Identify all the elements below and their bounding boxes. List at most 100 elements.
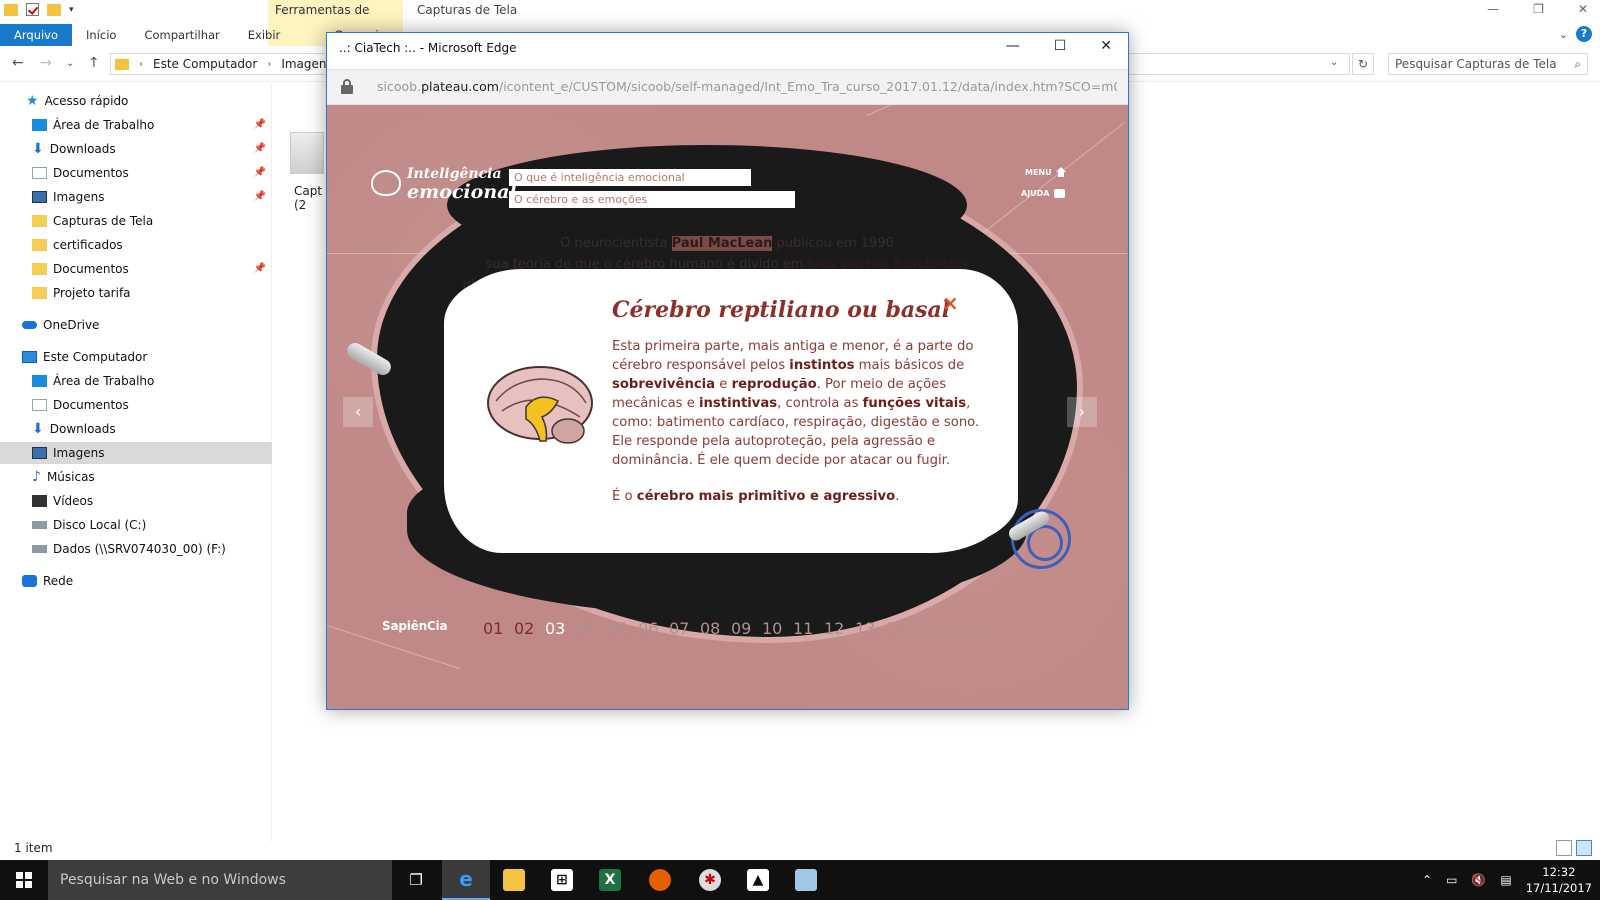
page-number[interactable]: 01 [483,619,503,638]
url-text[interactable]: sicoob.plateau.com/icontent_e/CUSTOM/sic… [377,79,1117,94]
show-hidden-icons[interactable]: ⌃ [1422,873,1432,887]
file-label[interactable]: Capt (2 [294,184,322,212]
minimize-button[interactable]: — [1006,38,1020,54]
nav-item[interactable]: certificados [32,234,123,256]
page-number[interactable]: 15 [917,619,937,638]
clock[interactable]: 12:32 17/11/2017 [1526,864,1592,896]
page-number[interactable]: 08 [700,619,720,638]
up-arrow-icon[interactable]: ↑ [88,55,100,71]
restore-button[interactable]: ❐ [1533,2,1544,16]
search-input[interactable]: Pesquisar Capturas de Tela ⌕ [1388,53,1588,75]
new-folder-icon[interactable] [47,3,61,16]
course-logo[interactable]: Inteligência emocional [371,165,517,202]
taskbar-excel[interactable]: X [586,860,634,900]
folder-icon[interactable] [4,3,18,16]
nav-item[interactable]: Documentos [32,394,129,416]
details-view-button[interactable] [1556,840,1572,856]
customize-qat-icon[interactable]: ▾ [69,5,74,15]
url-bar[interactable]: sicoob.plateau.com/icontent_e/CUSTOM/sic… [327,69,1128,105]
task-view-button[interactable]: ❐ [392,860,440,900]
start-button[interactable] [0,860,48,900]
page-number[interactable]: 05 [607,619,627,638]
taskbar-edge[interactable]: e [442,860,490,900]
nav-item[interactable]: Dados (\\SRV074030_00) (F:) [32,538,226,560]
nav-item[interactable]: Projeto tarifa [32,282,131,304]
action-center-icon[interactable]: ▤ [1500,873,1511,887]
minimize-button[interactable]: — [1487,2,1499,16]
file-explorer-icon [503,869,525,891]
tab-inicio[interactable]: Início [72,24,130,46]
page-number[interactable]: 11 [793,619,813,638]
taskbar-store[interactable]: ⊞ [538,860,586,900]
taskbar-search[interactable]: Pesquisar na Web e no Windows [48,860,392,900]
page-number[interactable]: 03 [545,619,565,638]
documents-icon [32,399,47,411]
file-thumbnail[interactable] [290,132,324,174]
page-number[interactable]: 13 [855,619,875,638]
taskbar-photos[interactable]: ▲ [734,860,782,900]
next-arrow-icon[interactable]: › [1067,397,1097,427]
drive-icon [32,521,47,529]
download-icon: ⬇ [32,141,44,157]
page-number[interactable]: 10 [762,619,782,638]
nav-item[interactable]: Área de Trabalho 📌 [32,114,272,136]
search-icon: ⌕ [1574,57,1581,71]
page-number[interactable]: 12 [824,619,844,638]
folder-icon [32,239,47,251]
help-button[interactable]: AJUDA [1021,189,1065,198]
chat-icon [1053,189,1065,198]
expand-ribbon-icon[interactable]: ⌄ [1559,28,1568,41]
maximize-button[interactable]: ☐ [1054,38,1067,54]
taskbar-app2[interactable] [782,860,830,900]
page-number[interactable]: 1 [979,619,999,638]
nav-quick-access[interactable]: ★ Acesso rápido [26,90,128,112]
taskbar-app[interactable]: ✱ [686,860,734,900]
tab-arquivo[interactable]: Arquivo [0,24,73,46]
nav-item[interactable]: Vídeos [32,490,93,512]
menu-button[interactable]: MENU [1025,167,1066,177]
nav-item[interactable]: Documentos 📌 [32,258,272,280]
recent-locations-icon[interactable]: ⌄ [66,58,74,69]
nav-item[interactable]: Documentos 📌 [32,162,272,184]
page-number[interactable]: 16 [948,619,968,638]
page-number[interactable]: 14 [886,619,906,638]
nav-item[interactable]: ♪ Músicas [32,466,95,488]
previous-arrow-icon[interactable]: ‹ [343,397,373,427]
help-icon[interactable]: ? [1576,26,1592,42]
nav-onedrive[interactable]: OneDrive [22,314,99,336]
breadcrumb-item[interactable]: Este Computador [153,57,257,71]
back-arrow-icon[interactable]: ← [12,55,24,71]
close-button[interactable]: ✕ [1578,2,1588,16]
nav-item-selected[interactable]: Imagens [0,442,272,464]
tab-compartilhar[interactable]: Compartilhar [130,24,233,46]
nav-item[interactable]: Área de Trabalho [32,370,154,392]
tab-exibir[interactable]: Exibir [234,24,295,46]
close-button[interactable]: ✕ [1100,38,1112,54]
page-number[interactable]: 09 [731,619,751,638]
volume-muted-icon[interactable]: 🔇 [1471,873,1486,887]
forward-arrow-icon[interactable]: → [40,55,52,71]
nav-item[interactable]: ⬇ Downloads 📌 [32,138,272,160]
address-dropdown-icon[interactable]: ⌄ [1330,57,1338,68]
page-number[interactable]: 06 [638,619,658,638]
nav-this-pc[interactable]: Este Computador [22,346,147,368]
network-icon[interactable]: ▭ [1446,873,1457,887]
page-number[interactable]: 04 [576,619,596,638]
edge-title: ..: CiaTech :.. - Microsoft Edge [339,41,517,55]
nav-network[interactable]: Rede [22,570,73,592]
nav-item[interactable]: Imagens 📌 [32,186,272,208]
course-breadcrumb-lesson[interactable]: O cérebro e as emoções [509,191,795,208]
nav-item[interactable]: ⬇ Downloads [32,418,116,440]
network-icon [22,575,37,587]
course-breadcrumb-chapter[interactable]: O que é inteligência emocional [509,169,751,186]
taskbar-explorer[interactable] [490,860,538,900]
nav-item[interactable]: Disco Local (C:) [32,514,146,536]
properties-icon[interactable] [26,3,39,16]
close-icon[interactable]: × [942,291,959,315]
nav-item[interactable]: Capturas de Tela [32,210,153,232]
refresh-icon[interactable]: ↻ [1352,53,1374,75]
page-number[interactable]: 02 [514,619,534,638]
page-number[interactable]: 07 [669,619,689,638]
taskbar-firefox[interactable] [636,860,684,900]
large-icons-view-button[interactable] [1576,840,1592,856]
